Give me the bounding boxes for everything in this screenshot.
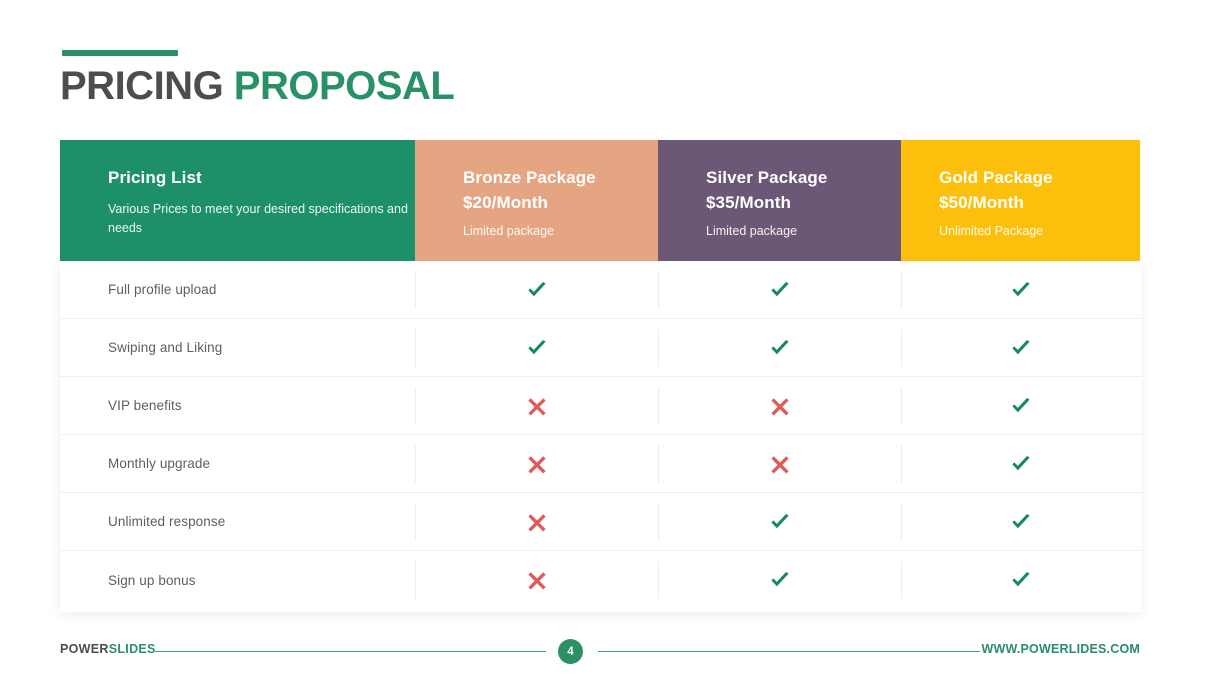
table-body: Full profile upload Swiping and Liking VIP… xyxy=(60,261,1142,609)
cell-silver xyxy=(658,319,901,377)
table-header-silver: Silver Package $35/Month Limited package xyxy=(658,140,901,261)
feature-label: Swiping and Liking xyxy=(108,340,223,355)
cross-icon xyxy=(769,453,791,475)
check-icon xyxy=(768,568,792,592)
cross-icon xyxy=(526,453,548,475)
site-url[interactable]: WWW.POWERLIDES.COM xyxy=(982,642,1140,656)
cell-gold xyxy=(901,435,1140,493)
check-icon xyxy=(768,278,792,302)
table-row: VIP benefits xyxy=(60,377,1142,435)
cell-silver xyxy=(658,493,901,551)
cell-bronze xyxy=(415,493,658,551)
cell-silver xyxy=(658,435,901,493)
bronze-package-title: Bronze Package xyxy=(463,168,596,187)
brand-part2: SLIDES xyxy=(108,642,156,656)
cross-icon xyxy=(526,511,548,533)
table-row: Unlimited response xyxy=(60,493,1142,551)
cell-bronze xyxy=(415,261,658,319)
brand-logo: POWERSLIDES xyxy=(60,642,156,656)
table-row: Monthly upgrade xyxy=(60,435,1142,493)
check-icon xyxy=(768,336,792,360)
feature-label: Full profile upload xyxy=(108,282,217,297)
silver-package-price: $35/Month xyxy=(706,192,791,212)
cell-bronze xyxy=(415,435,658,493)
page-title-part2: PROPOSAL xyxy=(233,64,455,108)
cell-gold xyxy=(901,493,1140,551)
page-title-part1: PRICING xyxy=(60,64,234,108)
cell-silver xyxy=(658,377,901,435)
feature-label: Unlimited response xyxy=(108,514,226,529)
title-accent-bar xyxy=(62,50,178,56)
feature-label: Sign up bonus xyxy=(108,572,196,588)
cell-gold xyxy=(901,319,1140,377)
page-title: PRICING PROPOSAL xyxy=(60,64,455,108)
cell-silver xyxy=(658,261,901,319)
check-icon xyxy=(1009,336,1033,360)
gold-package-subtitle: Unlimited Package xyxy=(939,224,1044,239)
cross-icon xyxy=(769,395,791,417)
cell-gold xyxy=(901,261,1140,319)
check-icon xyxy=(525,336,549,360)
gold-package-title: Gold Package xyxy=(939,168,1053,187)
check-icon xyxy=(525,278,549,302)
gold-package-price: $50/Month xyxy=(939,192,1024,212)
cell-bronze xyxy=(415,377,658,435)
table-row: Swiping and Liking xyxy=(60,319,1142,377)
pricing-list-subtitle: Various Prices to meet your desired spec… xyxy=(108,201,408,236)
table-header-bronze: Bronze Package $20/Month Limited package xyxy=(415,140,658,261)
check-icon xyxy=(1009,568,1033,592)
page-number-badge: 4 xyxy=(558,639,583,664)
cell-gold xyxy=(901,377,1140,435)
cell-gold xyxy=(901,551,1140,609)
table-header-pricing-list: Pricing List Various Prices to meet your… xyxy=(60,140,415,261)
check-icon xyxy=(768,510,792,534)
cross-icon xyxy=(526,395,548,417)
pricing-table: Pricing List Various Prices to meet your… xyxy=(60,140,1142,612)
pricing-list-title: Pricing List xyxy=(108,168,202,187)
cell-bronze xyxy=(415,551,658,609)
slide-footer: POWERSLIDES 4 WWW.POWERLIDES.COM xyxy=(0,636,1228,670)
table-row: Sign up bonus xyxy=(60,551,1142,609)
bronze-package-subtitle: Limited package xyxy=(463,224,555,239)
cell-bronze xyxy=(415,319,658,377)
cell-silver xyxy=(658,551,901,609)
check-icon xyxy=(1009,394,1033,418)
table-row: Full profile upload xyxy=(60,261,1142,319)
brand-part1: POWER xyxy=(60,642,109,656)
check-icon xyxy=(1009,510,1033,534)
bronze-package-price: $20/Month xyxy=(463,192,548,212)
footer-rule-right xyxy=(598,651,980,652)
check-icon xyxy=(1009,452,1033,476)
pricing-proposal-slide: PRICING PROPOSAL Pricing List Various Pr… xyxy=(0,0,1228,690)
cross-icon xyxy=(526,569,548,591)
silver-package-title: Silver Package xyxy=(706,168,828,187)
feature-label: VIP benefits xyxy=(108,398,182,413)
table-header-gold: Gold Package $50/Month Unlimited Package xyxy=(901,140,1140,261)
footer-rule-left xyxy=(155,651,546,652)
feature-label: Monthly upgrade xyxy=(108,456,211,471)
silver-package-subtitle: Limited package xyxy=(706,224,798,239)
table-header-row: Pricing List Various Prices to meet your… xyxy=(60,140,1140,261)
check-icon xyxy=(1009,278,1033,302)
